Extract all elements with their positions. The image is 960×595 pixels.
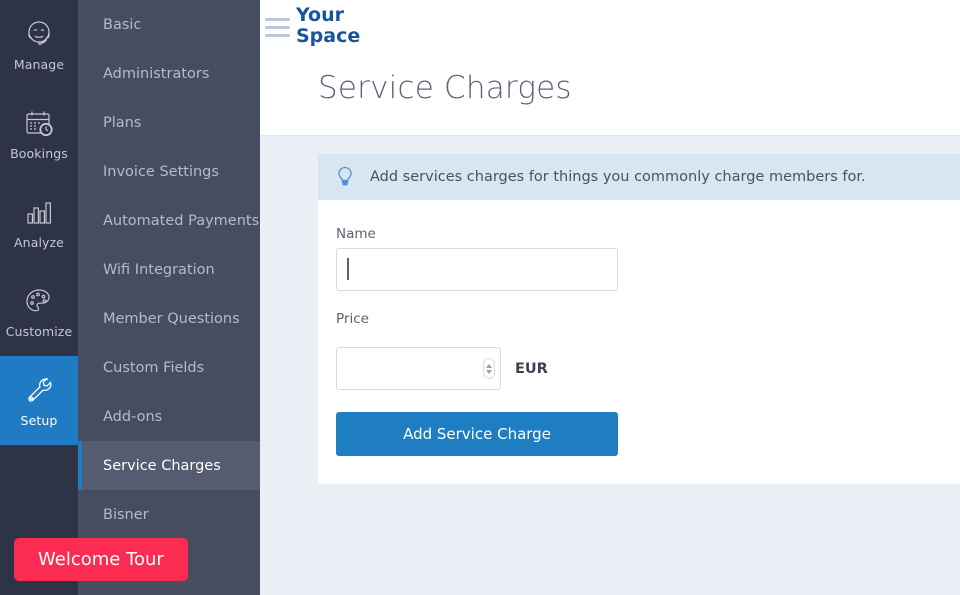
number-stepper[interactable] [483,358,495,379]
brand-logo[interactable]: Your Space [296,5,360,47]
rail-item-customize[interactable]: Customize [0,267,78,356]
rail-item-label: Customize [6,324,73,339]
sidebar-item-basic[interactable]: Basic [78,0,260,49]
stepper-down-icon[interactable] [486,370,492,374]
hamburger-icon[interactable] [265,18,293,42]
rail-item-analyze[interactable]: Analyze [0,178,78,267]
sidebar-item-wifi-integration[interactable]: Wifi Integration [78,245,260,294]
sidebar-item-label: Administrators [103,66,209,82]
lightbulb-icon [334,165,356,189]
palette-icon [22,285,56,319]
sidebar-item-label: Bisner [103,507,149,523]
rail-item-label: Manage [14,57,64,72]
secondary-sidebar: Basic Administrators Plans Invoice Setti… [78,0,260,595]
sidebar-item-plans[interactable]: Plans [78,98,260,147]
brand-line-1: Your [296,5,360,26]
sidebar-item-custom-fields[interactable]: Custom Fields [78,343,260,392]
sidebar-item-label: Service Charges [103,458,221,474]
sidebar-item-add-ons[interactable]: Add-ons [78,392,260,441]
name-input[interactable] [336,248,618,291]
rail-item-bookings[interactable]: Bookings [0,89,78,178]
app-root: Manage Bookings [0,0,960,595]
add-service-charge-button[interactable]: Add Service Charge [336,412,618,456]
sidebar-item-invoice-settings[interactable]: Invoice Settings [78,147,260,196]
sidebar-item-administrators[interactable]: Administrators [78,49,260,98]
name-field-label: Name [336,226,960,242]
sidebar-item-member-questions[interactable]: Member Questions [78,294,260,343]
price-row: EUR [336,347,960,390]
calendar-clock-icon [22,107,56,141]
sidebar-item-label: Wifi Integration [103,262,215,278]
sidebar-item-service-charges[interactable]: Service Charges [78,441,260,490]
page-title: Service Charges [318,70,572,106]
rail-item-label: Analyze [14,235,64,250]
hamburger-line [265,18,290,21]
primary-sidebar: Manage Bookings [0,0,78,595]
rail-item-label: Bookings [10,146,68,161]
name-input-wrapper [336,248,618,291]
service-charge-form-card: Name Price EUR Add Serv [318,200,960,484]
sidebar-item-bisner[interactable]: Bisner [78,490,260,539]
sidebar-item-label: Member Questions [103,311,240,327]
rail-item-label: Setup [21,413,58,428]
hamburger-line [265,34,290,37]
main-content: Your Space Service Charges Add services … [260,0,960,595]
hamburger-line [265,26,290,29]
sidebar-item-label: Add-ons [103,409,162,425]
sidebar-item-label: Automated Payments [103,213,259,229]
text-cursor [347,258,349,280]
info-banner-text: Add services charges for things you comm… [370,169,866,185]
sidebar-item-automated-payments[interactable]: Automated Payments [78,196,260,245]
bar-chart-icon [22,196,56,230]
stepper-up-icon[interactable] [486,364,492,368]
sidebar-item-label: Plans [103,115,141,131]
sidebar-item-label: Custom Fields [103,360,204,376]
welcome-tour-button[interactable]: Welcome Tour [14,538,188,581]
rail-item-setup[interactable]: Setup [0,356,78,445]
rail-item-manage[interactable]: Manage [0,0,78,89]
price-input-wrapper [336,347,501,390]
topbar: Your Space Service Charges [260,0,960,136]
wrench-icon [22,374,56,408]
content-area: Add services charges for things you comm… [260,136,960,484]
info-banner: Add services charges for things you comm… [318,154,960,200]
price-input[interactable] [336,347,501,390]
sidebar-item-label: Invoice Settings [103,164,219,180]
brand-line-2: Space [296,26,360,47]
price-field-label: Price [336,311,960,327]
headset-icon [22,18,56,52]
currency-label: EUR [515,361,548,377]
sidebar-item-label: Basic [103,17,141,33]
